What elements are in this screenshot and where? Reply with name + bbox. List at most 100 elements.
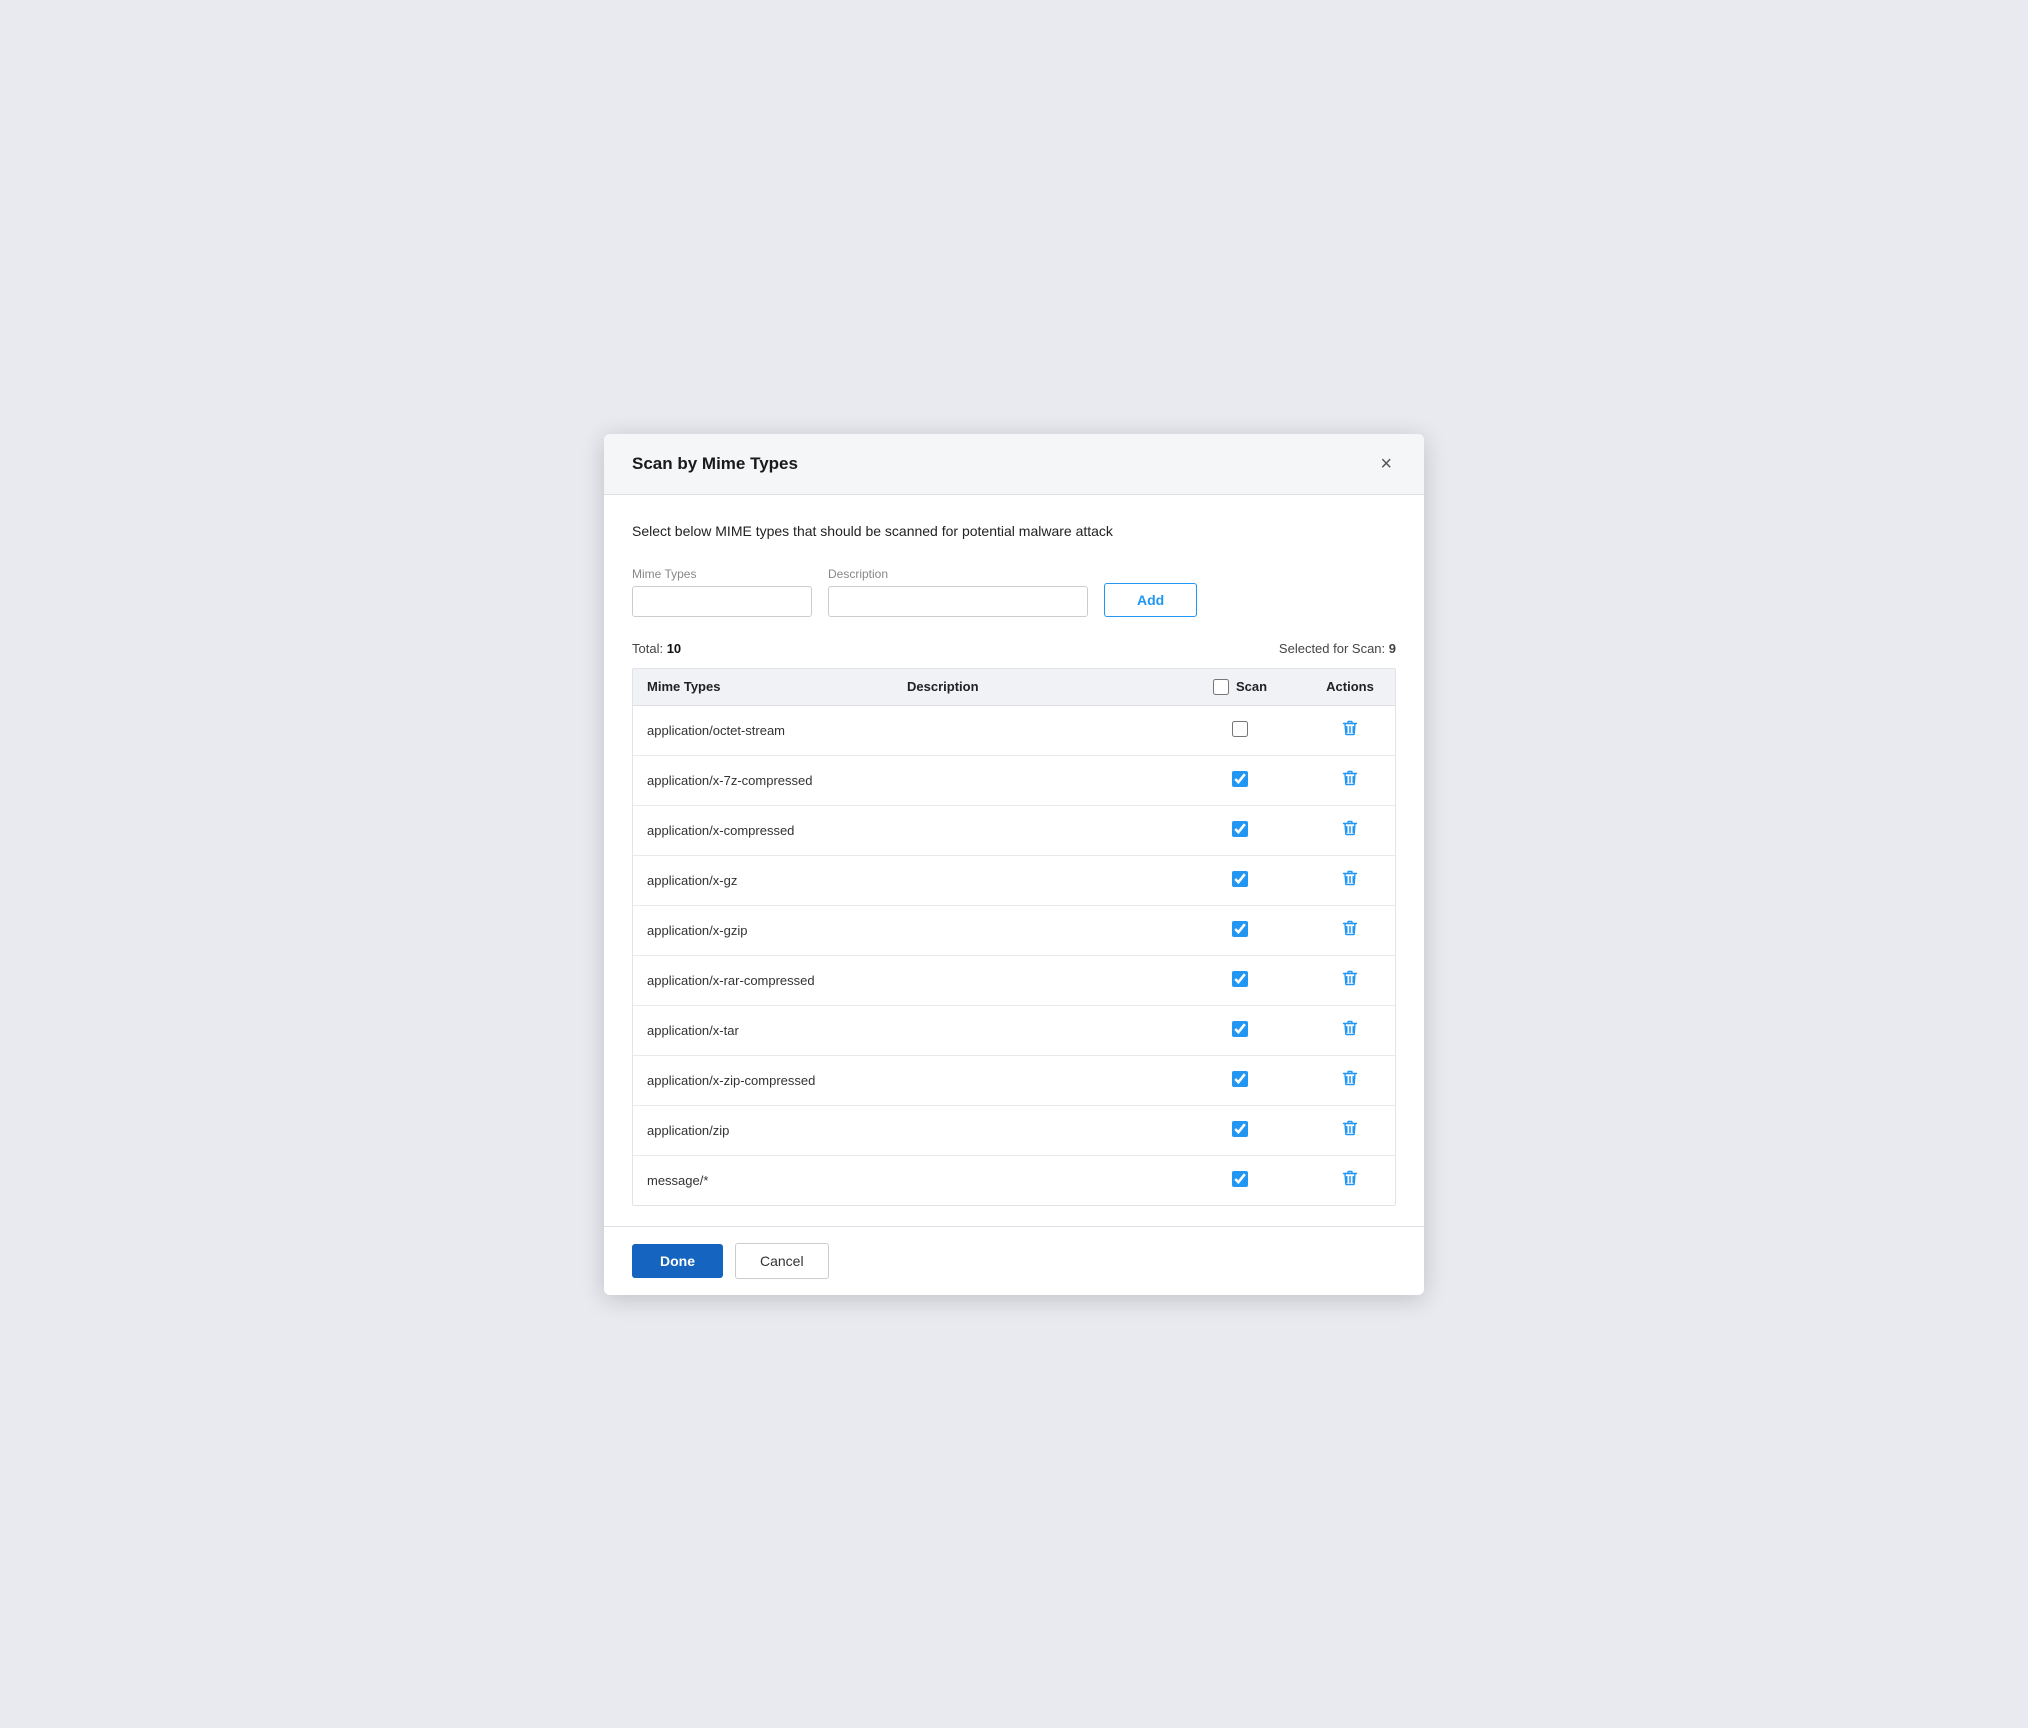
table-row: application/x-compressed [633, 805, 1395, 855]
cell-mime-type: application/x-rar-compressed [633, 955, 893, 1005]
cell-actions [1305, 1055, 1395, 1105]
cell-description [893, 1105, 1175, 1155]
trash-icon [1341, 819, 1359, 837]
description-input[interactable] [828, 586, 1088, 617]
cell-actions [1305, 1005, 1395, 1055]
add-button[interactable]: Add [1104, 583, 1197, 617]
delete-button[interactable] [1337, 917, 1363, 944]
table-header-row: Mime Types Description Scan Actions [633, 669, 1395, 706]
cell-description [893, 755, 1175, 805]
total-label: Total: [632, 641, 663, 656]
table-row: application/x-7z-compressed [633, 755, 1395, 805]
total-value: 10 [667, 641, 681, 656]
delete-button[interactable] [1337, 1067, 1363, 1094]
scan-checkbox[interactable] [1232, 771, 1248, 787]
dialog-body: Select below MIME types that should be s… [604, 495, 1424, 1226]
trash-icon [1341, 719, 1359, 737]
cell-mime-type: application/x-7z-compressed [633, 755, 893, 805]
trash-icon [1341, 869, 1359, 887]
trash-icon [1341, 919, 1359, 937]
dialog-header: Scan by Mime Types × [604, 434, 1424, 495]
cell-scan [1175, 1105, 1305, 1155]
cell-actions [1305, 755, 1395, 805]
delete-button[interactable] [1337, 1167, 1363, 1194]
cell-description [893, 1005, 1175, 1055]
trash-icon [1341, 1069, 1359, 1087]
cell-description [893, 955, 1175, 1005]
cell-mime-type: application/x-tar [633, 1005, 893, 1055]
cell-mime-type: message/* [633, 1155, 893, 1205]
col-header-description: Description [893, 669, 1175, 706]
scan-checkbox[interactable] [1232, 871, 1248, 887]
col-header-scan: Scan [1175, 669, 1305, 706]
scan-checkbox[interactable] [1232, 721, 1248, 737]
cell-scan [1175, 855, 1305, 905]
trash-icon [1341, 1119, 1359, 1137]
close-button[interactable]: × [1376, 452, 1396, 476]
scan-header-label: Scan [1236, 679, 1267, 694]
trash-icon [1341, 969, 1359, 987]
cell-scan [1175, 805, 1305, 855]
mime-types-table-container: Mime Types Description Scan Actions appl… [632, 668, 1396, 1206]
scan-by-mime-types-dialog: Scan by Mime Types × Select below MIME t… [604, 434, 1424, 1295]
mime-types-input[interactable] [632, 586, 812, 617]
scan-checkbox[interactable] [1232, 1171, 1248, 1187]
trash-icon [1341, 769, 1359, 787]
description-field-group: Description [828, 567, 1088, 617]
delete-button[interactable] [1337, 817, 1363, 844]
scan-checkbox[interactable] [1232, 1071, 1248, 1087]
delete-button[interactable] [1337, 717, 1363, 744]
cell-description [893, 805, 1175, 855]
scan-checkbox[interactable] [1232, 1121, 1248, 1137]
trash-icon [1341, 1169, 1359, 1187]
dialog-subtitle: Select below MIME types that should be s… [632, 523, 1396, 539]
table-row: application/x-tar [633, 1005, 1395, 1055]
mime-types-table: Mime Types Description Scan Actions appl… [633, 669, 1395, 1205]
description-label: Description [828, 567, 1088, 581]
cell-mime-type: application/octet-stream [633, 705, 893, 755]
total-summary: Total: 10 [632, 641, 681, 656]
table-row: application/x-zip-compressed [633, 1055, 1395, 1105]
cell-actions [1305, 955, 1395, 1005]
scan-all-checkbox[interactable] [1213, 679, 1229, 695]
table-row: message/* [633, 1155, 1395, 1205]
trash-icon [1341, 1019, 1359, 1037]
cell-mime-type: application/x-gzip [633, 905, 893, 955]
cell-scan [1175, 955, 1305, 1005]
summary-row: Total: 10 Selected for Scan: 9 [632, 641, 1396, 656]
cell-scan [1175, 755, 1305, 805]
table-row: application/x-gzip [633, 905, 1395, 955]
table-row: application/x-rar-compressed [633, 955, 1395, 1005]
selected-summary: Selected for Scan: 9 [1279, 641, 1396, 656]
cancel-button[interactable]: Cancel [735, 1243, 829, 1279]
scan-checkbox[interactable] [1232, 821, 1248, 837]
col-header-actions: Actions [1305, 669, 1395, 706]
cell-description [893, 1055, 1175, 1105]
cell-mime-type: application/x-gz [633, 855, 893, 905]
delete-button[interactable] [1337, 867, 1363, 894]
cell-description [893, 705, 1175, 755]
done-button[interactable]: Done [632, 1244, 723, 1278]
table-row: application/x-gz [633, 855, 1395, 905]
delete-button[interactable] [1337, 767, 1363, 794]
scan-checkbox[interactable] [1232, 971, 1248, 987]
cell-scan [1175, 1055, 1305, 1105]
delete-button[interactable] [1337, 967, 1363, 994]
cell-scan [1175, 1155, 1305, 1205]
table-row: application/zip [633, 1105, 1395, 1155]
cell-actions [1305, 805, 1395, 855]
selected-label: Selected for Scan: [1279, 641, 1389, 656]
selected-value: 9 [1389, 641, 1396, 656]
scan-checkbox[interactable] [1232, 1021, 1248, 1037]
delete-button[interactable] [1337, 1117, 1363, 1144]
cell-mime-type: application/zip [633, 1105, 893, 1155]
cell-scan [1175, 905, 1305, 955]
cell-scan [1175, 1005, 1305, 1055]
mime-types-label: Mime Types [632, 567, 812, 581]
add-form-row: Mime Types Description Add [632, 567, 1396, 617]
col-header-mime-types: Mime Types [633, 669, 893, 706]
mime-types-field-group: Mime Types [632, 567, 812, 617]
scan-checkbox[interactable] [1232, 921, 1248, 937]
cell-actions [1305, 905, 1395, 955]
delete-button[interactable] [1337, 1017, 1363, 1044]
